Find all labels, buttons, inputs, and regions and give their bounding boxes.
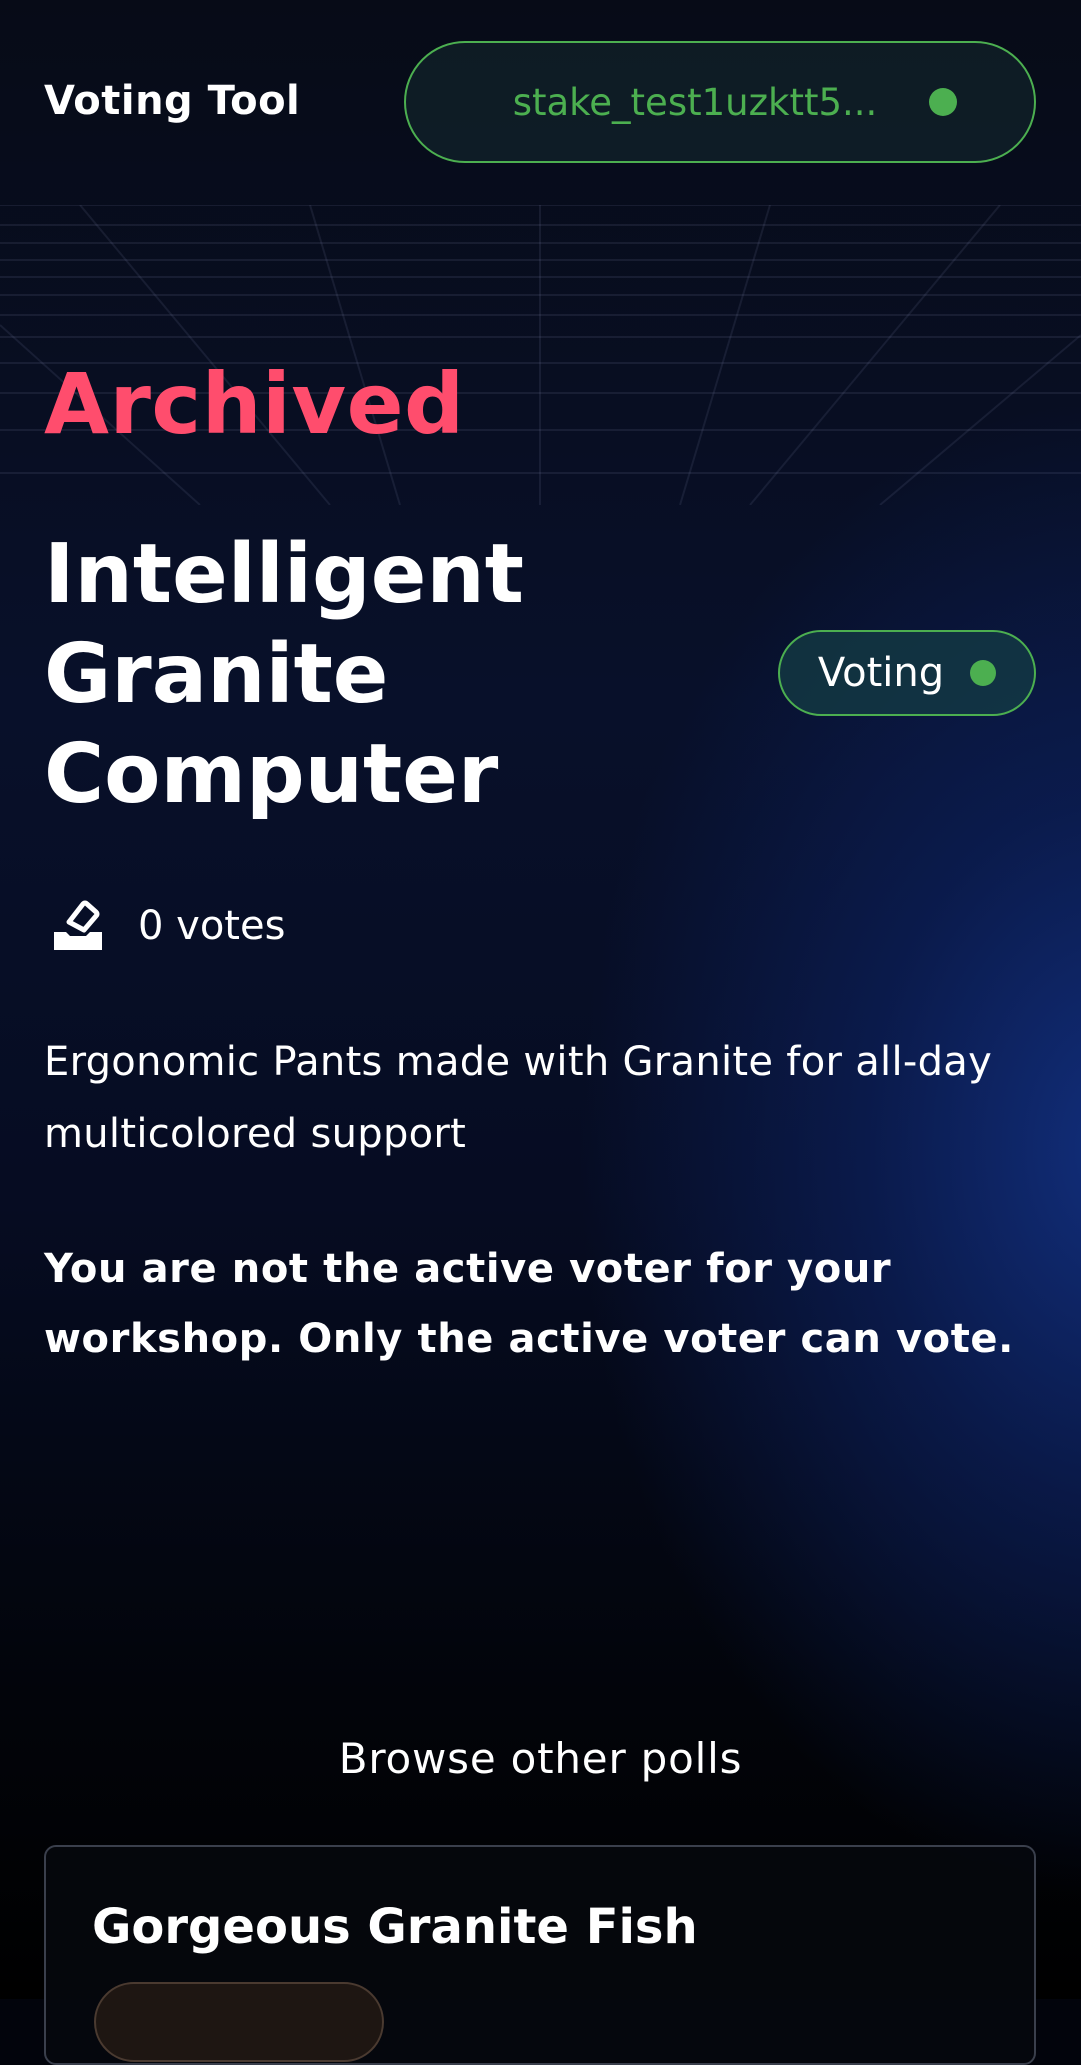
votes-count-text: 0 votes	[138, 903, 286, 949]
wallet-address: stake_test1uzktt5...	[512, 80, 878, 124]
page-title: Intelligent Granite Computer	[44, 527, 524, 822]
poll-card-status-badge	[94, 1982, 384, 2062]
ballot-box-icon	[50, 898, 106, 954]
poll-card-title: Gorgeous Granite Fish	[92, 1899, 698, 1955]
poll-state-label: Archived	[44, 355, 465, 453]
browse-polls-heading[interactable]: Browse other polls	[0, 1734, 1081, 1783]
status-badge: Voting	[778, 630, 1036, 716]
app-title[interactable]: Voting Tool	[44, 78, 300, 124]
voter-notice: You are not the active voter for your wo…	[44, 1246, 1014, 1362]
connected-status-dot	[929, 88, 958, 116]
status-badge-label: Voting	[817, 650, 945, 696]
votes-count: 0 votes	[50, 898, 285, 954]
wallet-button[interactable]: stake_test1uzktt5...	[404, 41, 1036, 163]
poll-card[interactable]: Gorgeous Granite Fish	[44, 1845, 1036, 2065]
status-dot	[970, 660, 997, 686]
poll-description: Ergonomic Pants made with Granite for al…	[44, 1039, 993, 1157]
